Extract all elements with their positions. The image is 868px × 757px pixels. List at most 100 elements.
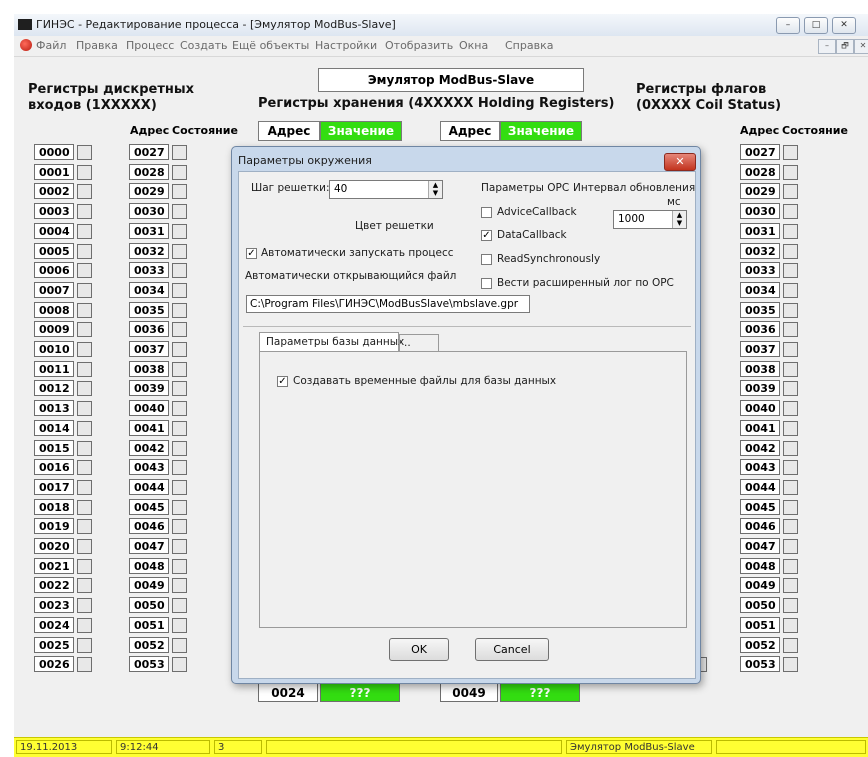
register-state-indicator[interactable] <box>783 657 798 673</box>
register-state-indicator[interactable] <box>172 342 187 357</box>
menu-edit[interactable]: Правка <box>76 39 118 52</box>
register-state-indicator[interactable] <box>172 499 187 515</box>
register-address[interactable]: 0013 <box>34 400 74 417</box>
register-state-indicator[interactable] <box>77 223 92 239</box>
register-address[interactable]: 0039 <box>740 380 780 397</box>
register-address[interactable]: 0014 <box>34 419 74 436</box>
register-address[interactable]: 0034 <box>740 281 780 298</box>
register-state-indicator[interactable] <box>172 598 187 614</box>
register-address[interactable]: 0030 <box>129 203 169 220</box>
register-address[interactable]: 0005 <box>34 242 74 259</box>
register-address[interactable]: 0051 <box>129 616 169 633</box>
register-state-indicator[interactable] <box>783 460 798 476</box>
register-address[interactable]: 0019 <box>34 518 74 535</box>
holding-register-value[interactable]: ??? <box>320 682 400 702</box>
register-address[interactable]: 0045 <box>129 498 169 515</box>
register-state-indicator[interactable] <box>783 263 798 279</box>
minimize-button[interactable]: – <box>776 17 800 34</box>
register-address[interactable]: 0048 <box>740 557 780 574</box>
register-state-indicator[interactable] <box>172 263 187 279</box>
register-address[interactable]: 0044 <box>740 478 780 495</box>
register-state-indicator[interactable] <box>77 598 92 614</box>
register-state-indicator[interactable] <box>172 145 187 160</box>
register-address[interactable]: 0043 <box>740 459 780 476</box>
register-address[interactable]: 0031 <box>129 222 169 239</box>
register-state-indicator[interactable] <box>783 184 798 200</box>
register-address[interactable]: 0020 <box>34 538 74 554</box>
register-state-indicator[interactable] <box>77 282 92 298</box>
register-address[interactable]: 0029 <box>740 183 780 200</box>
opc-extended-log-checkbox[interactable] <box>481 278 492 289</box>
register-address[interactable]: 0033 <box>740 262 780 279</box>
register-address[interactable]: 0018 <box>34 498 74 515</box>
register-state-indicator[interactable] <box>172 381 187 397</box>
spinner-arrows-icon[interactable]: ▲ ▼ <box>428 181 442 198</box>
register-address[interactable]: 0032 <box>129 242 169 259</box>
menu-process[interactable]: Процесс <box>126 39 174 52</box>
register-address[interactable]: 0000 <box>34 144 74 160</box>
register-state-indicator[interactable] <box>172 519 187 535</box>
mdi-close-button[interactable]: ✕ <box>854 39 868 54</box>
holding-register-value[interactable]: ??? <box>500 682 580 702</box>
register-address[interactable]: 0034 <box>129 281 169 298</box>
register-address[interactable]: 0012 <box>34 380 74 397</box>
register-state-indicator[interactable] <box>172 479 187 495</box>
register-state-indicator[interactable] <box>77 558 92 574</box>
register-address[interactable]: 0028 <box>740 163 780 180</box>
register-address[interactable]: 0022 <box>34 577 74 594</box>
register-state-indicator[interactable] <box>77 578 92 594</box>
update-interval-spinner[interactable]: 1000 ▲ ▼ <box>613 210 687 229</box>
register-state-indicator[interactable] <box>783 519 798 535</box>
register-address[interactable]: 0052 <box>740 636 780 653</box>
register-state-indicator[interactable] <box>77 145 92 160</box>
register-state-indicator[interactable] <box>783 440 798 456</box>
register-address[interactable]: 0028 <box>129 163 169 180</box>
menu-create[interactable]: Создать <box>180 39 228 52</box>
register-state-indicator[interactable] <box>783 558 798 574</box>
register-address[interactable]: 0023 <box>34 597 74 614</box>
menu-settings[interactable]: Настройки <box>315 39 377 52</box>
menu-view[interactable]: Отобразить <box>385 39 453 52</box>
register-state-indicator[interactable] <box>172 460 187 476</box>
register-state-indicator[interactable] <box>77 440 92 456</box>
register-address[interactable]: 0037 <box>740 341 780 357</box>
grid-color-label[interactable]: Цвет решетки <box>355 220 434 232</box>
register-address[interactable]: 0011 <box>34 360 74 377</box>
register-state-indicator[interactable] <box>172 243 187 259</box>
register-state-indicator[interactable] <box>172 361 187 377</box>
register-state-indicator[interactable] <box>783 479 798 495</box>
register-state-indicator[interactable] <box>783 322 798 338</box>
register-address[interactable]: 0033 <box>129 262 169 279</box>
dialog-close-button[interactable]: ✕ <box>664 153 696 171</box>
register-address[interactable]: 0040 <box>129 400 169 417</box>
register-address[interactable]: 0043 <box>129 459 169 476</box>
register-address[interactable]: 0003 <box>34 203 74 220</box>
menu-windows[interactable]: Окна <box>459 39 488 52</box>
register-state-indicator[interactable] <box>77 342 92 357</box>
register-state-indicator[interactable] <box>172 164 187 180</box>
register-address[interactable]: 0010 <box>34 341 74 357</box>
register-address[interactable]: 0050 <box>129 597 169 614</box>
close-button[interactable]: ✕ <box>832 17 856 34</box>
register-state-indicator[interactable] <box>77 401 92 417</box>
register-address[interactable]: 0009 <box>34 321 74 338</box>
register-state-indicator[interactable] <box>77 479 92 495</box>
tab-more[interactable]: .. <box>399 334 439 352</box>
read-synchronously-checkbox[interactable] <box>481 254 492 265</box>
menu-file[interactable]: Файл <box>36 39 66 52</box>
register-state-indicator[interactable] <box>172 184 187 200</box>
register-state-indicator[interactable] <box>783 282 798 298</box>
register-address[interactable]: 0051 <box>740 616 780 633</box>
register-address[interactable]: 0035 <box>129 301 169 318</box>
ok-button[interactable]: OK <box>389 638 449 661</box>
register-address[interactable]: 0029 <box>129 183 169 200</box>
register-state-indicator[interactable] <box>77 164 92 180</box>
register-address[interactable]: 0015 <box>34 439 74 456</box>
document-icon[interactable] <box>20 39 32 51</box>
register-state-indicator[interactable] <box>172 440 187 456</box>
register-address[interactable]: 0030 <box>740 203 780 220</box>
register-address[interactable]: 0036 <box>129 321 169 338</box>
register-state-indicator[interactable] <box>77 519 92 535</box>
register-address[interactable]: 0041 <box>129 419 169 436</box>
register-state-indicator[interactable] <box>783 637 798 653</box>
